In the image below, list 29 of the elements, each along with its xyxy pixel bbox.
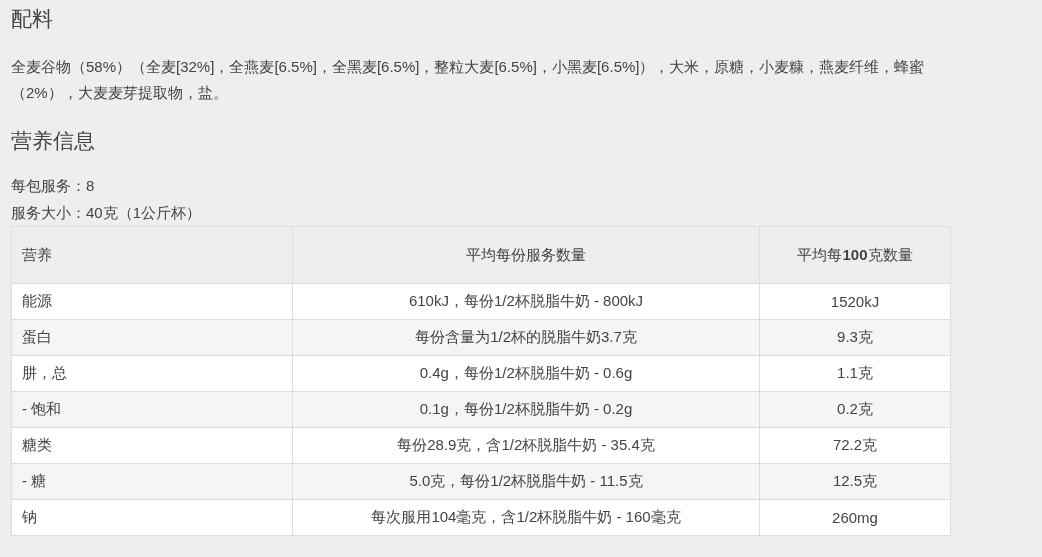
- table-cell: 蛋白: [11, 319, 293, 356]
- table-cell: 0.2克: [759, 391, 951, 428]
- table-cell: 0.1g，每份1/2杯脱脂牛奶 - 0.2g: [292, 391, 760, 428]
- table-cell: 72.2克: [759, 427, 951, 464]
- column-header: 营养: [11, 226, 293, 284]
- table-cell: 5.0克，每份1/2杯脱脂牛奶 - 11.5克: [292, 463, 760, 500]
- ingredients-text: 全麦谷物（58%）（全麦[32%]，全燕麦[6.5%]，全黑麦[6.5%]，整粒大麦[6.5%]，小黑麦[6.5%]），大米，原糖，小麦糠，燕麦纤维，蜂蜜（2%），大麦麦芽提取物，盐。: [11, 57, 926, 103]
- table-cell: 610kJ，每份1/2杯脱脂牛奶 - 800kJ: [292, 283, 760, 320]
- table-cell: 0.4g，每份1/2杯脱脂牛奶 - 0.6g: [292, 355, 760, 392]
- section-heading: 配料: [11, 6, 54, 32]
- serving-size-text: 服务大小：40克（1公斤杯）: [11, 203, 203, 223]
- servings-text: 每包服务：8: [11, 176, 96, 196]
- section-heading: 营养信息: [11, 128, 96, 154]
- column-header: 平均每份服务数量: [292, 226, 760, 284]
- table-cell: 每份含量为1/2杯的脱脂牛奶3.7克: [292, 319, 760, 356]
- table-cell: 9.3克: [759, 319, 951, 356]
- table-cell: - 糖: [11, 463, 293, 500]
- table-cell: 钠: [11, 499, 293, 536]
- table-cell: 每次服用104毫克，含1/2杯脱脂牛奶 - 160毫克: [292, 499, 760, 536]
- table-cell: - 饱和: [11, 391, 293, 428]
- table-cell: 1520kJ: [759, 283, 951, 320]
- table-cell: 1.1克: [759, 355, 951, 392]
- table-cell: 能源: [11, 283, 293, 320]
- table-cell: 12.5克: [759, 463, 951, 500]
- table-cell: 260mg: [759, 499, 951, 536]
- table-cell: 糖类: [11, 427, 293, 464]
- table-cell: 肼，总: [11, 355, 293, 392]
- column-header: 平均每100克数量: [759, 226, 951, 284]
- table-cell: 每份28.9克，含1/2杯脱脂牛奶 - 35.4克: [292, 427, 760, 464]
